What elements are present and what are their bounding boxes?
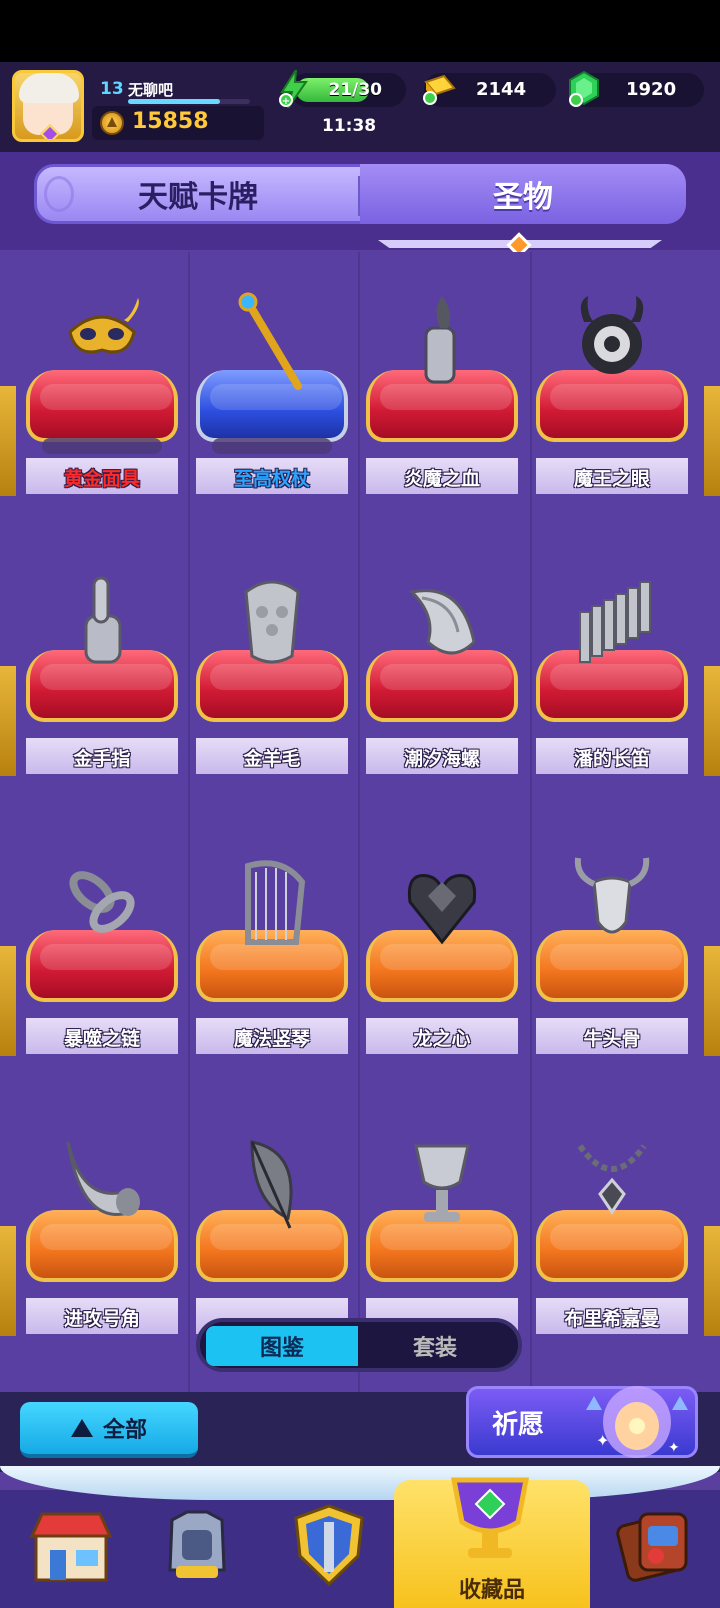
gold-count: 2144 <box>476 79 527 100</box>
nav-collection-label: 收藏品 <box>458 1578 525 1603</box>
collection-cup-icon <box>450 1477 530 1558</box>
svg-text:✦: ✦ <box>596 1431 609 1450</box>
relic-name: 潮汐海螺 <box>403 748 480 770</box>
relic-card[interactable]: 炎魔之血 <box>360 252 524 520</box>
relic-card[interactable]: 布里希嘉曼 <box>530 1092 694 1360</box>
trophy-icon <box>100 111 124 135</box>
blood-vial-icon <box>424 296 456 384</box>
shelf-side-post <box>0 946 16 1056</box>
shelf-side-post <box>704 386 720 496</box>
harp-icon <box>245 860 306 945</box>
status-bar <box>0 0 720 62</box>
shield-icon[interactable] <box>284 1500 374 1590</box>
shelf-side-post <box>0 666 16 776</box>
relic-name: 金羊毛 <box>243 748 301 770</box>
relic-star-rating <box>212 438 332 454</box>
relic-name: 牛头骨 <box>583 1028 641 1050</box>
conch-icon <box>408 589 476 655</box>
avatar-hair <box>19 73 79 103</box>
relic-card[interactable]: 进攻号角 <box>20 1092 184 1360</box>
energy-bolt-icon[interactable]: + <box>278 70 308 108</box>
shelf-side-post <box>704 1226 720 1336</box>
player-avatar[interactable] <box>12 70 84 142</box>
tab-relics[interactable]: 圣物 <box>360 164 686 224</box>
shelf-side-post <box>704 666 720 776</box>
trophy-count: 15858 <box>132 109 209 134</box>
gold-bar-icon[interactable] <box>420 72 456 106</box>
snow-edge <box>0 1466 720 1500</box>
relic-name: 魔法竖琴 <box>233 1028 310 1050</box>
relic-card[interactable]: 黄金面具 <box>20 252 184 520</box>
energy-timer: 11:38 <box>322 116 377 136</box>
shelf-side-post <box>0 386 16 496</box>
golden-mask-icon <box>68 298 139 354</box>
filter-all-button[interactable]: 全部 <box>20 1402 198 1458</box>
pan-flute-icon <box>579 581 651 663</box>
relic-card[interactable]: 潘的长笛 <box>530 532 694 800</box>
player-name: 无聊吧 <box>128 81 174 99</box>
relic-card[interactable]: 至高权杖 <box>190 252 354 520</box>
player-level: 13 <box>100 79 124 99</box>
svg-text:+: + <box>282 96 290 107</box>
xp-bar <box>128 99 250 104</box>
relic-name: 黄金面具 <box>63 468 140 490</box>
bull-skull-icon <box>574 857 650 934</box>
relic-name: 进攻号角 <box>63 1308 140 1330</box>
green-gem-icon[interactable] <box>566 70 602 108</box>
toggle-catalog[interactable]: 图鉴 <box>206 1326 358 1366</box>
gem-count: 1920 <box>626 79 677 100</box>
relic-name: 暴噬之链 <box>63 1028 140 1050</box>
relic-name: 魔王之眼 <box>573 468 650 490</box>
relic-star-rating <box>42 438 162 454</box>
relic-name: 龙之心 <box>413 1028 471 1050</box>
relic-card[interactable]: 暴噬之链 <box>20 812 184 1080</box>
relic-card[interactable]: 金羊毛 <box>190 532 354 800</box>
armor-icon[interactable] <box>152 1500 242 1590</box>
demon-eye-icon <box>580 296 644 374</box>
shelf-side-post <box>0 1226 16 1336</box>
chalice-icon <box>414 1144 470 1222</box>
necklace-icon <box>577 1144 647 1215</box>
filter-label: 全部 <box>102 1418 147 1443</box>
relic-card[interactable]: 魔王之眼 <box>530 252 694 520</box>
wish-label: 祈愿 <box>492 1410 545 1440</box>
relic-name: 潘的长笛 <box>573 748 650 770</box>
toggle-sets[interactable]: 套装 <box>360 1326 510 1366</box>
relic-name: 布里希嘉曼 <box>564 1308 660 1330</box>
relic-card[interactable]: 龙之心 <box>360 812 524 1080</box>
relic-name: 金手指 <box>73 748 131 770</box>
relic-card[interactable]: 魔法竖琴 <box>190 812 354 1080</box>
horn-icon <box>66 1141 140 1216</box>
wish-spirit-icon: ✦ ✦ <box>586 1386 688 1458</box>
svg-text:✦: ✦ <box>668 1440 680 1456</box>
shelf-side-post <box>704 946 720 1056</box>
cards-icon[interactable] <box>612 1500 702 1590</box>
dragon-heart-icon <box>407 874 477 945</box>
relic-name: 至高权杖 <box>233 468 310 490</box>
relic-card[interactable]: 金手指 <box>20 532 184 800</box>
relic-card[interactable]: 潮汐海螺 <box>360 532 524 800</box>
shop-icon[interactable] <box>26 1500 116 1590</box>
relic-card[interactable]: 牛头骨 <box>530 812 694 1080</box>
finger-icon <box>84 576 122 664</box>
tab-talent-cards[interactable]: 天赋卡牌 <box>34 164 362 224</box>
feather-icon <box>250 1140 293 1229</box>
scepter-icon <box>238 292 302 390</box>
relic-name: 炎魔之血 <box>403 468 480 490</box>
filter-triangle-icon <box>70 1419 93 1437</box>
xp-fill <box>128 99 220 104</box>
fleece-icon <box>244 580 300 664</box>
chain-icon <box>69 871 135 933</box>
